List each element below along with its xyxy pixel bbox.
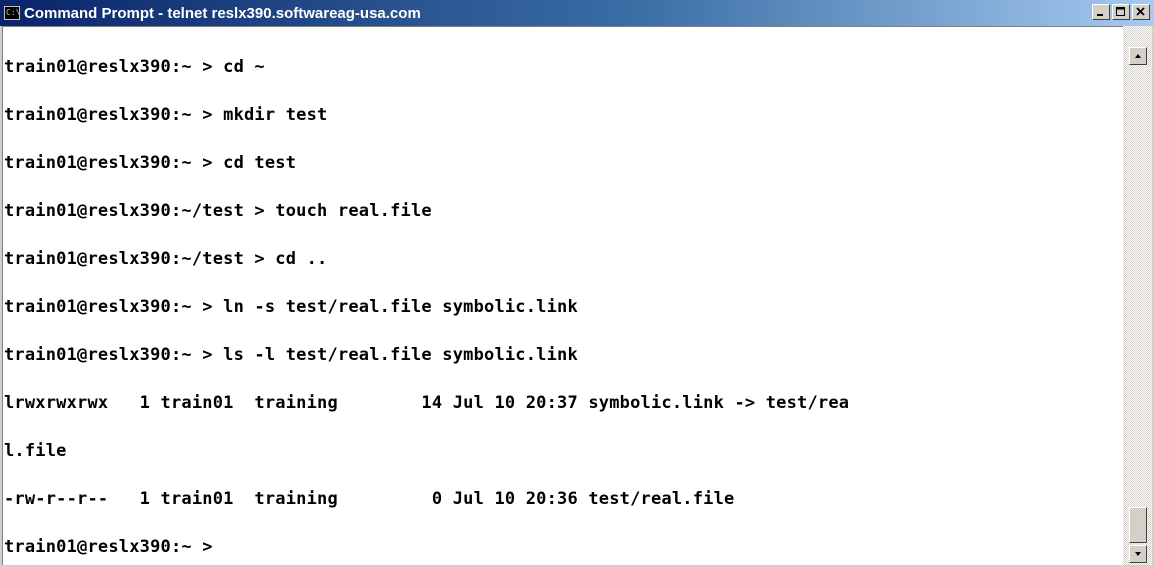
terminal-line: -rw-r--r-- 1 train01 training 0 Jul 10 2… [4, 489, 735, 509]
terminal-prompt-line: train01@reslx390:~ > [4, 537, 213, 557]
terminal-line: train01@reslx390:~/test > cd .. [4, 249, 328, 269]
scroll-down-button[interactable] [1129, 545, 1147, 563]
vertical-scrollbar[interactable] [1123, 26, 1152, 565]
terminal-line: train01@reslx390:~/test > touch real.fil… [4, 201, 432, 221]
terminal-line: train01@reslx390:~ > ln -s test/real.fil… [4, 297, 578, 317]
terminal-output[interactable]: train01@reslx390:~ > cd ~ train01@reslx3… [2, 26, 1123, 565]
terminal-line: train01@reslx390:~ > ls -l test/real.fil… [4, 345, 578, 365]
terminal-line: l.file [4, 441, 67, 461]
scroll-up-button[interactable] [1129, 47, 1147, 65]
command-prompt-window: C:\ Command Prompt - telnet reslx390.sof… [0, 0, 1154, 567]
caption-buttons [1090, 4, 1150, 20]
arrow-up-icon [1135, 54, 1141, 58]
title-bar[interactable]: C:\ Command Prompt - telnet reslx390.sof… [0, 0, 1154, 26]
terminal-line: lrwxrwxrwx 1 train01 training 14 Jul 10 … [4, 393, 850, 413]
minimize-icon [1097, 14, 1103, 16]
minimize-button[interactable] [1092, 4, 1110, 20]
arrow-down-icon [1135, 552, 1141, 556]
maximize-icon [1116, 7, 1125, 16]
terminal-lines: train01@reslx390:~ > cd ~ train01@reslx3… [3, 27, 1123, 565]
console-icon[interactable]: C:\ [4, 6, 20, 20]
scroll-track[interactable] [1129, 65, 1147, 507]
scroll-thumb[interactable] [1129, 507, 1147, 543]
terminal-line: train01@reslx390:~ > cd test [4, 153, 297, 173]
terminal-line: train01@reslx390:~ > cd ~ [4, 57, 265, 77]
console-icon-label: C:\ [6, 8, 20, 17]
close-button[interactable] [1132, 4, 1150, 20]
close-icon [1136, 7, 1145, 16]
window-title: Command Prompt - telnet reslx390.softwar… [24, 4, 421, 22]
terminal-line: train01@reslx390:~ > mkdir test [4, 105, 328, 125]
maximize-button[interactable] [1112, 4, 1130, 20]
